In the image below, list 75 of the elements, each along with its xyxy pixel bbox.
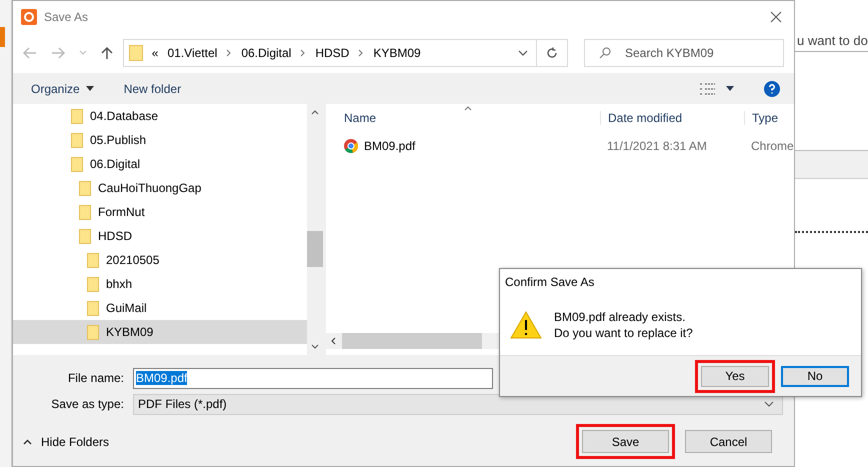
- sort-caret-icon: [464, 106, 472, 111]
- overflow-chevron[interactable]: «: [152, 46, 158, 60]
- view-options-icon[interactable]: [700, 82, 716, 94]
- chevron-down-icon[interactable]: [518, 50, 528, 56]
- refresh-icon: [546, 47, 558, 59]
- scroll-thumb[interactable]: [307, 231, 323, 267]
- scroll-thumb[interactable]: [342, 333, 482, 349]
- browser-file-icon: [344, 139, 358, 153]
- search-icon: [599, 47, 611, 59]
- close-icon[interactable]: [770, 11, 782, 23]
- address-bar[interactable]: « 01.Viettel 06.Digital HDSD KYBM09: [122, 39, 538, 67]
- chevron-down-icon: [764, 401, 774, 407]
- help-icon[interactable]: [764, 80, 780, 96]
- confirm-button[interactable]: Yes: [701, 366, 769, 386]
- folder-icon: [71, 132, 83, 148]
- folder-tree-item[interactable]: 20210505: [13, 248, 307, 272]
- background-app-text: u want to do: [795, 33, 868, 52]
- folder-icon: [79, 180, 91, 196]
- file-name-field[interactable]: BM09.pdf: [133, 368, 493, 388]
- caret-down-icon: [86, 86, 94, 91]
- folder-icon: [87, 300, 99, 316]
- chevron-right-icon[interactable]: [300, 49, 306, 57]
- scroll-up-icon[interactable]: [311, 110, 319, 115]
- app-logo-icon: [21, 9, 37, 25]
- chevron-right-icon[interactable]: [358, 49, 364, 57]
- folder-icon: [79, 228, 91, 244]
- folder-tree-item[interactable]: CauHoiThuongGap: [13, 176, 307, 200]
- column-header[interactable]: Name: [326, 111, 600, 125]
- chevron-right-icon[interactable]: [226, 49, 232, 57]
- search-field[interactable]: Search KYBM09: [584, 39, 784, 67]
- app-tab-marker: [0, 27, 5, 47]
- breadcrumb-item[interactable]: 06.Digital: [241, 46, 292, 60]
- save-as-type-label: Save as type:: [50, 397, 125, 411]
- organize-menu-button[interactable]: Organize: [31, 82, 94, 96]
- folder-tree-item[interactable]: 05.Publish: [13, 128, 307, 152]
- refresh-button[interactable]: [536, 39, 568, 67]
- column-header[interactable]: Date modified: [600, 111, 744, 125]
- folder-tree-item[interactable]: FormNut: [13, 200, 307, 224]
- folder-icon: [71, 108, 83, 124]
- up-arrow-icon[interactable]: [100, 46, 113, 60]
- caret-down-icon[interactable]: [726, 86, 734, 91]
- dialog-button[interactable]: Save: [582, 430, 669, 453]
- column-header[interactable]: Type: [744, 111, 794, 125]
- file-name-label: File name:: [66, 371, 125, 385]
- save-as-type-dropdown[interactable]: PDF Files (*.pdf): [133, 394, 783, 414]
- warning-icon: [510, 311, 542, 339]
- file-name-cell[interactable]: BM09.pdf: [326, 139, 600, 153]
- folder-tree-item[interactable]: bhxh: [13, 272, 307, 296]
- confirm-button[interactable]: No: [781, 366, 849, 386]
- confirm-message: Do you want to replace it?: [554, 326, 693, 340]
- folder-icon: [87, 324, 99, 340]
- date-cell-text: 11/1/2021 8:31 AM: [606, 139, 708, 153]
- folder-tree-item[interactable]: GuiMail: [13, 296, 307, 320]
- folder-tree-item[interactable]: 04.Database: [13, 104, 307, 128]
- confirm-dialog-title: Confirm Save As: [504, 274, 596, 291]
- scroll-left-icon[interactable]: [331, 337, 336, 345]
- folder-icon: [87, 276, 99, 292]
- folder-tree-item[interactable]: 06.Digital: [13, 152, 307, 176]
- folder-icon: [128, 45, 143, 61]
- folder-tree-item[interactable]: HDSD: [13, 224, 307, 248]
- new-folder-button[interactable]: New folder: [124, 82, 182, 96]
- scroll-down-icon[interactable]: [311, 344, 319, 349]
- window-title: Save As: [44, 10, 88, 24]
- folder-tree-item[interactable]: KYBM09: [13, 320, 307, 344]
- chevron-up-icon: [23, 438, 32, 444]
- confirm-message: BM09.pdf already exists.: [554, 310, 686, 324]
- breadcrumb-item[interactable]: HDSD: [315, 46, 350, 60]
- hide-folders-button[interactable]: Hide Folders: [23, 434, 110, 448]
- folder-icon: [79, 204, 91, 220]
- dialog-button[interactable]: Cancel: [685, 430, 772, 453]
- folder-icon: [87, 252, 99, 268]
- breadcrumb-item[interactable]: KYBM09: [373, 46, 421, 60]
- type-cell-text: Chrome: [750, 139, 794, 153]
- folder-icon: [71, 156, 83, 172]
- breadcrumb-item[interactable]: 01.Viettel: [167, 46, 218, 60]
